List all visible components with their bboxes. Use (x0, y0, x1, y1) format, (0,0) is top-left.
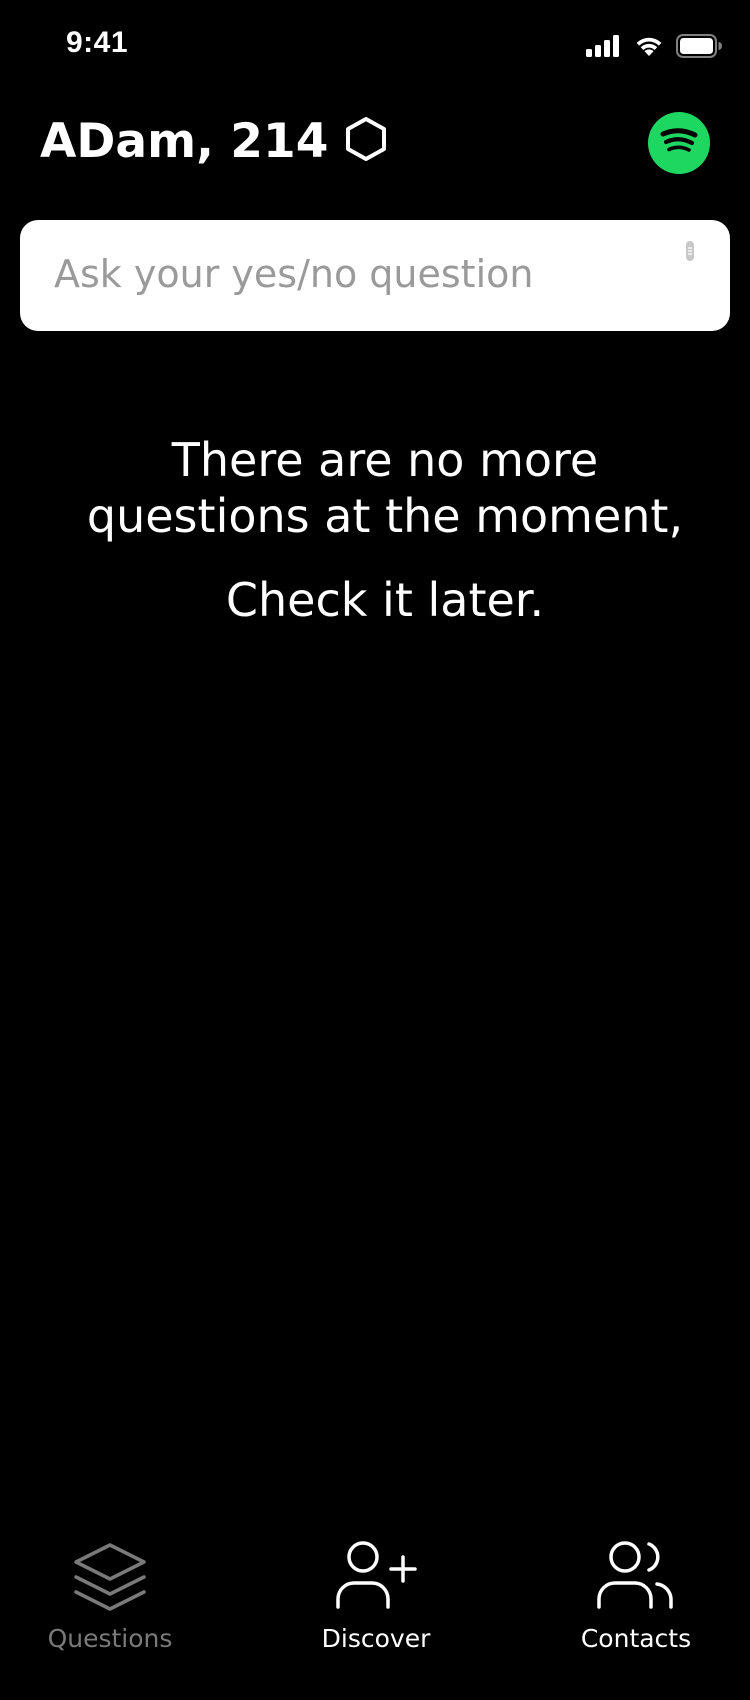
empty-state-message: There are no more questions at the momen… (75, 432, 695, 628)
header-title: ADam, 214 (40, 116, 388, 166)
resize-handle-icon[interactable] (686, 241, 694, 261)
wifi-icon (634, 35, 664, 61)
layers-icon (65, 1530, 155, 1620)
tab-discover-label: Discover (321, 1624, 431, 1653)
users-icon (591, 1530, 681, 1620)
status-bar: 9:41 (0, 0, 750, 92)
status-time: 9:41 (66, 26, 129, 59)
spotify-icon (659, 126, 699, 160)
empty-state-line-2: Check it later. (225, 573, 545, 627)
user-name: ADam, 214 (40, 113, 329, 169)
tab-contacts-label: Contacts (580, 1624, 692, 1653)
cellular-signal-icon (586, 35, 622, 61)
question-input[interactable] (54, 242, 654, 306)
tab-bar: Questions Discover Contacts (0, 1530, 750, 1700)
tab-discover[interactable]: Discover (266, 1530, 486, 1670)
empty-state-line-1: There are no more questions at the momen… (86, 433, 684, 543)
tab-contacts[interactable]: Contacts (526, 1530, 746, 1670)
spotify-button[interactable] (648, 112, 710, 174)
hexagon-icon (344, 116, 388, 166)
question-box (20, 220, 730, 331)
battery-icon (676, 34, 722, 62)
status-icons (586, 34, 722, 62)
add-user-icon (331, 1530, 421, 1620)
header: ADam, 214 (0, 100, 750, 190)
tab-questions[interactable]: Questions (0, 1530, 220, 1670)
tab-questions-label: Questions (47, 1624, 173, 1653)
